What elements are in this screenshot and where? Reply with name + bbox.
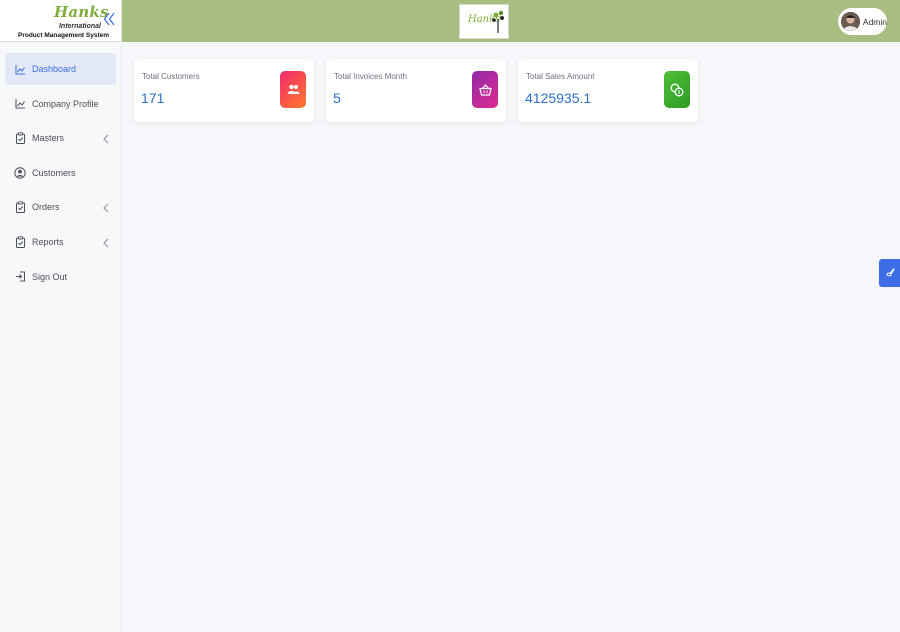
sidebar-item-label: Customers xyxy=(32,167,76,178)
clipboard-check-icon xyxy=(14,236,26,248)
top-header: Hanks Admin xyxy=(122,0,900,42)
coins-icon xyxy=(664,71,690,108)
sidebar-item-orders[interactable]: Orders xyxy=(5,191,116,223)
sidebar-item-label: Company Profile xyxy=(32,98,99,109)
card-value: 4125935.1 xyxy=(525,90,592,106)
sidebar-item-dashboard[interactable]: Dashboard xyxy=(5,53,116,85)
sidebar-item-sign-out[interactable]: Sign Out xyxy=(5,261,116,293)
users-icon xyxy=(280,71,306,108)
user-circle-icon xyxy=(14,167,26,179)
clipboard-check-icon xyxy=(14,132,26,145)
clipboard-check-icon xyxy=(14,201,26,214)
card-value: 5 xyxy=(333,90,341,106)
card-title: Total Invoices Month xyxy=(334,72,407,81)
brand-tagline: Product Management System xyxy=(18,32,110,39)
brand-name: Hanks xyxy=(54,3,109,21)
basket-icon xyxy=(472,71,498,108)
sign-out-icon xyxy=(14,271,26,283)
chevron-left-icon xyxy=(102,132,110,144)
header-logo[interactable]: Hanks xyxy=(459,4,509,39)
sidebar: Hanks International Product Management S… xyxy=(0,0,122,632)
settings-toggle-button[interactable] xyxy=(879,259,900,287)
chevron-left-icon xyxy=(102,201,110,213)
brush-icon xyxy=(885,264,895,282)
sidebar-item-reports[interactable]: Reports xyxy=(5,226,116,258)
sidebar-item-label: Sign Out xyxy=(32,271,68,282)
chevron-left-icon xyxy=(102,236,110,248)
line-chart-icon xyxy=(14,63,26,75)
card-total-customers[interactable]: Total Customers 171 xyxy=(134,59,314,122)
tree-icon xyxy=(492,10,504,33)
avatar xyxy=(841,12,860,31)
card-title: Total Sales Amount xyxy=(526,72,595,81)
card-total-invoices-month[interactable]: Total Invoices Month 5 xyxy=(326,59,506,122)
card-total-sales-amount[interactable]: Total Sales Amount 4125935.1 xyxy=(518,59,698,122)
brand-block: Hanks International Product Management S… xyxy=(0,0,121,42)
brand-subtitle: International xyxy=(58,23,101,30)
line-chart-icon xyxy=(14,98,26,110)
user-name: Admin xyxy=(862,16,887,27)
user-menu[interactable]: Admin xyxy=(838,8,887,35)
sidebar-item-company-profile[interactable]: Company Profile xyxy=(5,88,116,120)
sidebar-item-label: Dashboard xyxy=(32,64,77,74)
sidebar-nav: Dashboard Company Profile Masters Custom… xyxy=(0,42,121,293)
sidebar-item-label: Masters xyxy=(32,133,65,144)
sidebar-item-masters[interactable]: Masters xyxy=(5,122,116,154)
sidebar-item-label: Reports xyxy=(32,236,64,247)
collapse-sidebar-icon[interactable] xyxy=(103,11,115,27)
card-value: 171 xyxy=(141,90,165,106)
card-title: Total Customers xyxy=(142,72,200,81)
sidebar-item-label: Orders xyxy=(32,202,60,213)
sidebar-item-customers[interactable]: Customers xyxy=(5,157,116,189)
